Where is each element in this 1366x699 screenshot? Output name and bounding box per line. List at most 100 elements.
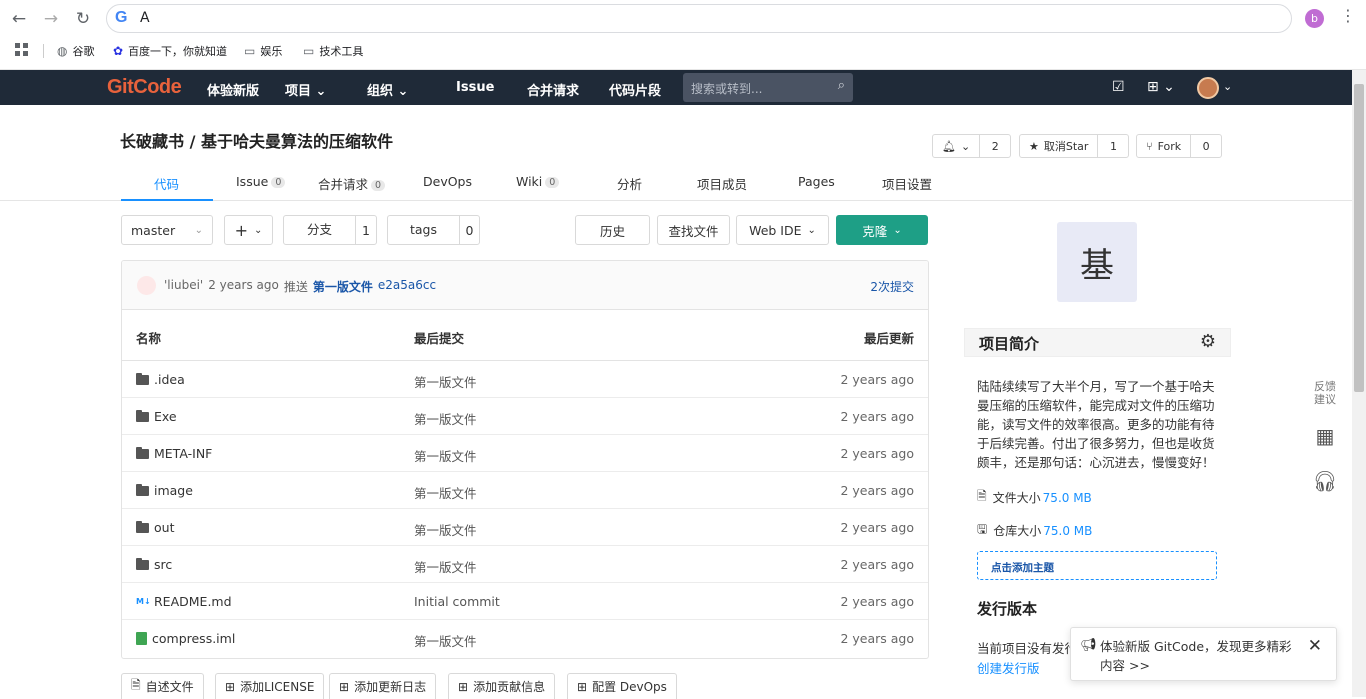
- table-row[interactable]: Exe 第一版文件 2 years ago: [122, 398, 928, 435]
- commit-sha-link[interactable]: e2a5a6cc: [378, 278, 436, 295]
- reload-icon[interactable]: ↻: [72, 8, 94, 30]
- tab-issue[interactable]: Issue 0: [236, 174, 286, 189]
- fork-count[interactable]: 0: [1191, 135, 1221, 157]
- close-icon[interactable]: ✕: [1308, 636, 1322, 656]
- readme-button[interactable]: 🗎︎ 自述文件: [121, 673, 204, 699]
- chevron-down-icon: ⌄: [960, 139, 971, 153]
- branch-select[interactable]: master ⌄: [121, 215, 213, 245]
- star-button[interactable]: ★ 取消Star 1: [1019, 134, 1130, 158]
- tab-devops[interactable]: DevOps: [423, 174, 472, 189]
- file-name-cell[interactable]: src: [136, 557, 172, 572]
- table-row[interactable]: compress.iml 第一版文件 2 years ago: [122, 620, 928, 657]
- gear-icon[interactable]: ⚙: [1200, 331, 1216, 352]
- table-row[interactable]: src 第一版文件 2 years ago: [122, 546, 928, 583]
- create-release-link[interactable]: 创建发行版: [977, 661, 1040, 676]
- configure-devops-button[interactable]: ⊞ 配置 DevOps: [567, 673, 677, 699]
- file-commit[interactable]: 第一版文件: [414, 520, 477, 539]
- tab-settings[interactable]: 项目设置: [882, 174, 932, 193]
- file-name-cell[interactable]: out: [136, 520, 174, 535]
- file-commit[interactable]: 第一版文件: [414, 446, 477, 465]
- address-bar[interactable]: G A: [106, 4, 1292, 33]
- new-item-plus-icon[interactable]: ⊞ ⌄: [1147, 79, 1175, 95]
- table-row[interactable]: M↓ README.md Initial commit 2 years ago: [122, 583, 928, 620]
- commit-author[interactable]: 'liubei': [164, 278, 203, 295]
- intro-title: 项目简介: [979, 335, 1040, 353]
- todo-edit-icon[interactable]: ☑: [1112, 79, 1125, 95]
- file-commit[interactable]: Initial commit: [414, 594, 500, 609]
- folder-icon: [136, 372, 149, 385]
- add-changelog-button[interactable]: ⊞ 添加更新日志: [329, 673, 437, 699]
- nav-projects[interactable]: 项目 ⌄: [285, 80, 326, 99]
- file-name-cell[interactable]: M↓ README.md: [136, 594, 232, 609]
- commit-author-avatar[interactable]: [137, 276, 156, 295]
- add-license-button[interactable]: ⊞ 添加LICENSE: [215, 673, 325, 699]
- tab-merge-requests[interactable]: 合并请求 0: [318, 174, 386, 193]
- feedback-button[interactable]: 反馈建议: [1309, 380, 1341, 406]
- file-name: compress.iml: [152, 631, 236, 646]
- file-name-cell[interactable]: META-INF: [136, 446, 212, 461]
- nav-new-version[interactable]: 体验新版: [207, 80, 259, 99]
- back-arrow-icon[interactable]: ←: [8, 8, 30, 30]
- profile-avatar[interactable]: b: [1305, 9, 1324, 28]
- scrollbar-thumb[interactable]: [1354, 84, 1364, 392]
- project-title[interactable]: 长破藏书 / 基于哈夫曼算法的压缩软件: [120, 128, 393, 152]
- notification-toggle[interactable]: 🔔︎ ⌄: [933, 135, 981, 157]
- tags-button[interactable]: tags 0: [387, 215, 480, 245]
- commit-count-link[interactable]: 2次提交: [870, 278, 914, 295]
- nav-snippets[interactable]: 代码片段: [609, 80, 661, 99]
- file-name-cell[interactable]: Exe: [136, 409, 177, 424]
- release-title: 发行版本: [977, 600, 1038, 618]
- nav-groups[interactable]: 组织 ⌄: [367, 80, 408, 99]
- web-ide-button[interactable]: Web IDE ⌄: [736, 215, 829, 245]
- table-row[interactable]: META-INF 第一版文件 2 years ago: [122, 435, 928, 472]
- tab-code[interactable]: 代码: [154, 174, 179, 193]
- qrcode-icon[interactable]: ▦: [1309, 426, 1341, 446]
- page-scrollbar[interactable]: [1352, 70, 1366, 697]
- headset-icon[interactable]: 🎧︎: [1309, 471, 1341, 491]
- add-topic-button[interactable]: 点击添加主题: [977, 551, 1217, 580]
- chrome-menu-icon[interactable]: ⋮: [1340, 6, 1356, 25]
- search-input[interactable]: 搜索或转到... ⌕: [683, 73, 853, 102]
- forward-arrow-icon[interactable]: →: [40, 8, 62, 30]
- new-version-toast: 📢︎ 体验新版 GitCode，发现更多精彩内容 >> ✕: [1070, 627, 1337, 681]
- branch-name: master: [131, 222, 176, 238]
- unstar-toggle[interactable]: ★ 取消Star: [1020, 135, 1099, 157]
- file-commit[interactable]: 第一版文件: [414, 372, 477, 391]
- file-name-cell[interactable]: image: [136, 483, 193, 498]
- file-name-cell[interactable]: compress.iml: [136, 631, 235, 646]
- star-count[interactable]: 1: [1098, 135, 1128, 157]
- toast-link[interactable]: 体验新版 GitCode，发现更多精彩内容 >>: [1100, 637, 1302, 675]
- file-commit[interactable]: 第一版文件: [414, 557, 477, 576]
- file-commit[interactable]: 第一版文件: [414, 483, 477, 502]
- user-avatar[interactable]: [1197, 77, 1219, 99]
- tab-members[interactable]: 项目成员: [697, 174, 747, 193]
- clone-button[interactable]: 克隆 ⌄: [836, 215, 928, 245]
- find-file-button[interactable]: 查找文件: [657, 215, 730, 245]
- table-row[interactable]: .idea 第一版文件 2 years ago: [122, 361, 928, 398]
- bookmark-item[interactable]: ▭ 娱乐: [244, 43, 282, 59]
- apps-grid-icon[interactable]: [15, 43, 28, 56]
- bookmark-item[interactable]: ✿ 百度一下，你就知道: [113, 43, 227, 59]
- bookmark-item[interactable]: ▭ 技术工具: [303, 43, 363, 59]
- tab-analytics[interactable]: 分析: [617, 174, 642, 193]
- chevron-down-icon[interactable]: ⌄: [1223, 80, 1232, 93]
- file-commit[interactable]: 第一版文件: [414, 631, 477, 650]
- tab-wiki[interactable]: Wiki 0: [516, 174, 560, 189]
- branches-button[interactable]: 分支 1: [283, 215, 377, 245]
- add-contributing-button[interactable]: ⊞ 添加贡献信息: [448, 673, 556, 699]
- nav-issue[interactable]: Issue: [456, 80, 494, 95]
- commit-message-link[interactable]: 第一版文件: [313, 278, 373, 295]
- file-name-cell[interactable]: .idea: [136, 372, 185, 387]
- table-row[interactable]: out 第一版文件 2 years ago: [122, 509, 928, 546]
- fork-button[interactable]: ⑂ Fork 0: [1136, 134, 1223, 158]
- add-dropdown-button[interactable]: + ⌄: [224, 215, 273, 245]
- gitcode-logo[interactable]: GitCode: [107, 76, 182, 99]
- nav-merge-requests[interactable]: 合并请求: [527, 80, 579, 99]
- history-button[interactable]: 历史: [575, 215, 650, 245]
- fork-toggle[interactable]: ⑂ Fork: [1137, 135, 1192, 157]
- notification-button[interactable]: 🔔︎ ⌄ 2: [932, 134, 1012, 158]
- tab-pages[interactable]: Pages: [798, 174, 835, 189]
- bookmark-item[interactable]: ◍ 谷歌: [57, 43, 94, 59]
- file-commit[interactable]: 第一版文件: [414, 409, 477, 428]
- table-row[interactable]: image 第一版文件 2 years ago: [122, 472, 928, 509]
